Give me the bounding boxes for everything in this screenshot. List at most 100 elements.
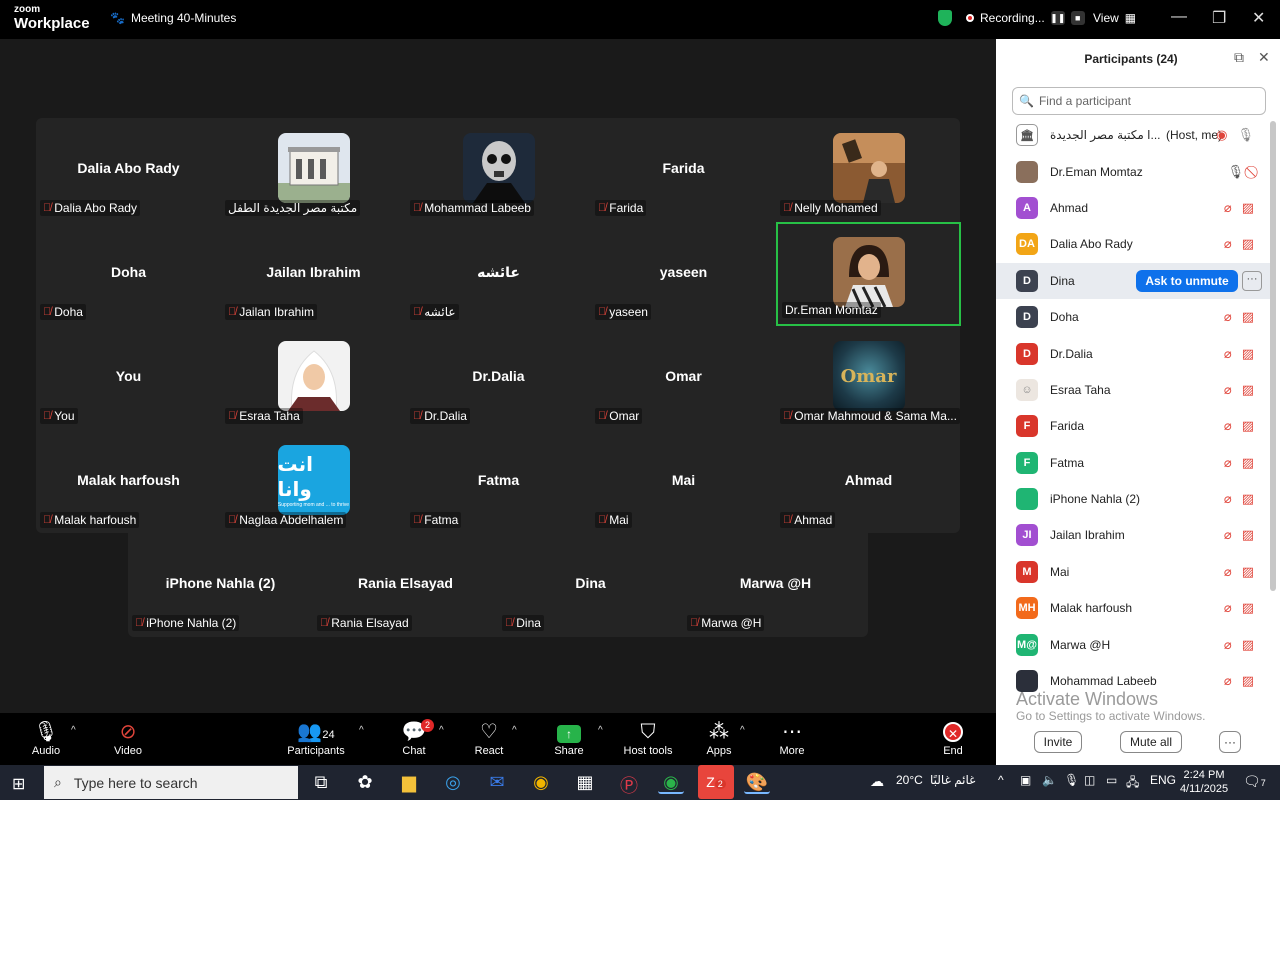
video-off-icon[interactable]: ▨: [1242, 418, 1254, 434]
chrome-canary-icon[interactable]: ◉: [528, 772, 554, 794]
participant-row[interactable]: DA Dalia Abo Rady ⌀ ▨: [996, 226, 1272, 262]
notifications-icon[interactable]: 🗨7: [1243, 773, 1266, 790]
weather-cloud-icon[interactable]: ☁: [870, 773, 884, 790]
video-off-icon[interactable]: ▨: [1242, 564, 1254, 580]
camera-tray-icon[interactable]: ◫: [1084, 773, 1095, 787]
video-tile[interactable]: Malak harfoush 🎙̸ Malak harfoush: [36, 430, 221, 534]
microsoft-store-icon[interactable]: ▦: [572, 772, 598, 794]
end-button[interactable]: ✕ End: [918, 719, 988, 757]
video-off-icon[interactable]: ▨: [1242, 200, 1254, 216]
share-caret-icon[interactable]: ^: [598, 725, 603, 736]
battery-icon[interactable]: ▭: [1106, 773, 1117, 787]
tray-app-icon[interactable]: ▣: [1020, 773, 1031, 787]
participant-row[interactable]: F Farida ⌀ ▨: [996, 408, 1272, 444]
video-off-icon[interactable]: ▨: [1242, 491, 1254, 507]
volume-icon[interactable]: 🔈: [1042, 773, 1057, 787]
video-off-icon[interactable]: ▨: [1242, 527, 1254, 543]
participant-row[interactable]: iPhone Nahla (2) ⌀ ▨: [996, 481, 1272, 517]
react-button[interactable]: ♡ React ^: [454, 719, 524, 757]
mic-muted-icon[interactable]: ⌀: [1224, 418, 1232, 434]
mic-muted-icon[interactable]: ⌀: [1224, 491, 1232, 507]
mic-muted-icon[interactable]: ⌀: [1224, 346, 1232, 362]
video-tile[interactable]: Rania Elsayad 🎙̸ Rania Elsayad: [313, 533, 498, 637]
video-tile[interactable]: Ahmad 🎙̸ Ahmad: [776, 430, 961, 534]
video-tile[interactable]: 🎙̸ Mohammad Labeeb: [406, 118, 591, 222]
apps-caret-icon[interactable]: ^: [740, 725, 745, 736]
close-window-icon[interactable]: ✕: [1252, 8, 1265, 28]
video-off-icon[interactable]: ▨: [1242, 600, 1254, 616]
pinterest-icon[interactable]: Ⓟ: [616, 772, 642, 796]
taskbar-search-box[interactable]: ⌕ Type here to search: [44, 766, 298, 799]
copilot-icon[interactable]: ✿: [352, 772, 378, 794]
participant-list-scrollbar[interactable]: [1270, 121, 1276, 591]
tray-expand-icon[interactable]: ^: [998, 773, 1004, 787]
stop-recording-icon[interactable]: ■: [1070, 11, 1085, 25]
video-off-icon[interactable]: ▨: [1242, 637, 1254, 653]
participant-row[interactable]: D Doha ⌀ ▨: [996, 299, 1272, 335]
video-tile[interactable]: You 🎙̸ You: [36, 326, 221, 430]
audio-button[interactable]: 🎙 Audio ^: [11, 719, 81, 757]
pause-recording-icon[interactable]: ❚❚: [1050, 11, 1065, 25]
video-tile[interactable]: Fatma 🎙̸ Fatma: [406, 430, 591, 534]
video-tile[interactable]: Dina 🎙̸ Dina: [498, 533, 683, 637]
video-tile[interactable]: 🎙̸ Esraa Taha: [221, 326, 406, 430]
participant-row[interactable]: D Dina Ask to unmute ···: [996, 262, 1272, 299]
video-off-icon[interactable]: ▨: [1242, 309, 1254, 325]
mic-muted-icon[interactable]: ⌀: [1224, 200, 1232, 216]
audio-options-caret-icon[interactable]: ^: [71, 725, 76, 736]
video-tile[interactable]: yaseen 🎙̸ yaseen: [591, 222, 776, 326]
view-button[interactable]: View ▦: [1093, 11, 1136, 25]
participant-row[interactable]: 🏛 ا مكتبة مصر الجديدة... (Host, me) ◉ 🎙: [996, 117, 1272, 153]
apps-button[interactable]: ⁂ Apps ^: [684, 719, 754, 757]
mic-muted-icon[interactable]: ⌀: [1224, 455, 1232, 471]
video-tile[interactable]: مكتبة مصر الجديدة الطفل: [221, 118, 406, 222]
mic-muted-icon[interactable]: ⌀: [1224, 637, 1232, 653]
mic-muted-icon[interactable]: ⌀: [1224, 600, 1232, 616]
video-off-icon[interactable]: ▨: [1242, 455, 1254, 471]
mic-muted-icon[interactable]: ⌀: [1224, 673, 1232, 689]
pop-out-icon[interactable]: ⧉: [1234, 49, 1244, 66]
mic-muted-icon[interactable]: ⌀: [1224, 564, 1232, 580]
share-button[interactable]: ↑ Share ^: [534, 719, 604, 757]
language-indicator[interactable]: ENG: [1150, 773, 1176, 787]
more-button[interactable]: ⋯ More: [757, 719, 827, 757]
meeting-info-button[interactable]: 🐾 Meeting 40-Minutes: [110, 11, 236, 25]
video-off-icon[interactable]: ▨: [1242, 346, 1254, 362]
video-tile[interactable]: انت وانا Supporting mom and ... to thriv…: [221, 430, 406, 534]
chat-button[interactable]: 💬 2 Chat ^: [379, 719, 449, 757]
clock[interactable]: 2:24 PM 4/11/2025: [1176, 768, 1232, 796]
mic-icon[interactable]: 🎙: [1227, 164, 1244, 180]
mic-muted-icon[interactable]: ⌀: [1224, 382, 1232, 398]
network-icon[interactable]: 🖧: [1126, 773, 1139, 794]
video-off-icon[interactable]: ▨: [1242, 236, 1254, 252]
outlook-icon[interactable]: ✉: [484, 772, 510, 794]
host-tools-button[interactable]: ⛉ Host tools: [613, 719, 683, 757]
video-button[interactable]: ⊘ Video: [93, 719, 163, 757]
video-tile[interactable]: Farida 🎙̸ Farida: [591, 118, 776, 222]
react-caret-icon[interactable]: ^: [512, 725, 517, 736]
participant-row[interactable]: M Mai ⌀ ▨: [996, 554, 1272, 590]
minimize-icon[interactable]: —: [1171, 8, 1187, 26]
windows-start-icon[interactable]: ⊞: [12, 774, 25, 794]
video-tile[interactable]: Doha 🎙̸ Doha: [36, 222, 221, 326]
mic-muted-icon[interactable]: ⌀: [1224, 527, 1232, 543]
zoom-taskbar-icon[interactable]: Z2: [698, 765, 734, 799]
mic-icon[interactable]: 🎙: [1237, 127, 1254, 143]
participant-row[interactable]: MH Malak harfoush ⌀ ▨: [996, 590, 1272, 626]
video-off-icon[interactable]: ▨: [1242, 382, 1254, 398]
mic-muted-icon[interactable]: ⌀: [1224, 309, 1232, 325]
video-tile[interactable]: Omar 🎙̸ Omar Mahmoud & Sama Ma...: [776, 326, 961, 430]
video-tile[interactable]: Mai 🎙̸ Mai: [591, 430, 776, 534]
encryption-shield-icon[interactable]: [938, 10, 952, 26]
participant-row[interactable]: JI Jailan Ibrahim ⌀ ▨: [996, 517, 1272, 553]
participant-row[interactable]: D Dr.Dalia ⌀ ▨: [996, 335, 1272, 371]
video-off-icon[interactable]: ▨: [1242, 673, 1254, 689]
chrome-icon[interactable]: ◉: [658, 772, 684, 794]
video-tile[interactable]: 🎙̸ Nelly Mohamed: [776, 118, 961, 222]
participant-row[interactable]: M@ Marwa @H ⌀ ▨: [996, 626, 1272, 662]
mute-all-button[interactable]: Mute all: [1120, 731, 1182, 753]
participant-search-input[interactable]: 🔍 Find a participant: [1012, 87, 1266, 115]
chat-caret-icon[interactable]: ^: [439, 725, 444, 736]
participants-caret-icon[interactable]: ^: [359, 725, 364, 736]
more-options-icon[interactable]: ···: [1242, 270, 1262, 291]
